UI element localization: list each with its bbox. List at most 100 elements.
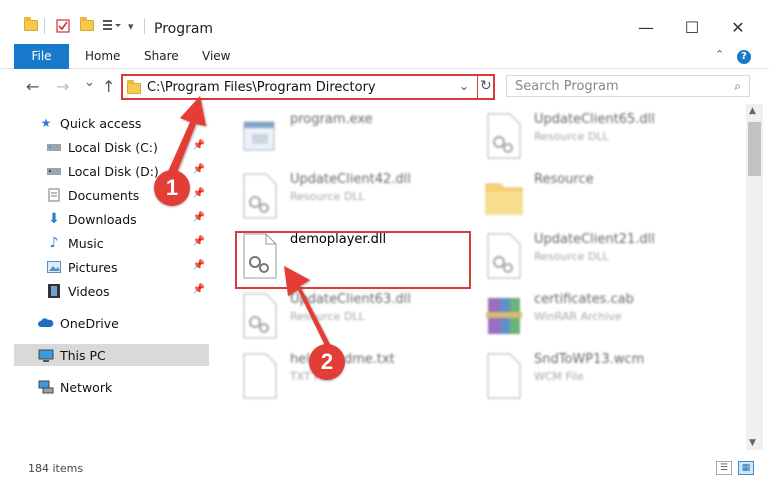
folder-icon — [24, 17, 38, 31]
callout-badge-2: 2 — [309, 344, 345, 380]
sidebar-item-label: Music — [68, 235, 104, 251]
pin-icon[interactable]: 📌 — [193, 260, 205, 271]
minimize-button[interactable]: — — [626, 16, 666, 40]
file-name: Resource — [534, 172, 594, 187]
dll-icon — [487, 113, 521, 159]
sidebar-item-music[interactable]: ♪ Music 📌 — [46, 232, 209, 254]
pin-icon[interactable]: 📌 — [193, 140, 205, 151]
file-item[interactable]: Resource — [482, 168, 722, 226]
pin-icon[interactable]: 📌 — [193, 284, 205, 295]
scroll-thumb[interactable] — [748, 122, 761, 176]
exe-icon — [243, 121, 275, 151]
file-item[interactable]: program.exe — [238, 108, 478, 166]
folder-icon — [485, 183, 523, 215]
new-folder-icon[interactable] — [80, 17, 94, 31]
documents-icon — [46, 188, 62, 202]
collapse-ribbon-icon[interactable]: ⌃ — [715, 48, 724, 61]
customize-icon[interactable] — [102, 18, 122, 32]
details-view-icon[interactable]: ☰ — [716, 461, 732, 475]
network-icon — [38, 380, 54, 394]
sidebar-item-label: Videos — [68, 283, 110, 299]
large-icons-view-icon[interactable]: ▦ — [738, 461, 754, 475]
file-item[interactable]: UpdateClient63.dll Resource DLL — [238, 288, 478, 346]
callout-badge-1: 1 — [154, 170, 190, 206]
file-name: UpdateClient63.dll — [290, 292, 411, 307]
file-type: Resource DLL — [290, 310, 365, 323]
window-title: Program — [154, 21, 214, 37]
star-icon: ★ — [40, 116, 52, 130]
address-bar[interactable]: C:\Program Files\Program Directory ⌄ ↻ — [121, 74, 495, 100]
downloads-icon: ⬇ — [48, 211, 60, 227]
sidebar-item-quick-access[interactable]: ★ Quick access — [38, 112, 209, 134]
tab-file[interactable]: File — [14, 44, 69, 69]
highlight-box — [235, 231, 471, 289]
help-icon[interactable]: ? — [737, 50, 751, 64]
search-icon[interactable]: ⌕ — [734, 79, 741, 94]
file-name: SndToWP13.wcm — [534, 352, 645, 367]
status-bar: 184 items ☰ ▦ — [0, 456, 769, 482]
search-placeholder: Search Program — [515, 79, 619, 94]
archive-icon — [486, 298, 522, 334]
sidebar-item-local-disk-c[interactable]: Local Disk (C:) 📌 — [46, 136, 209, 158]
drive-icon — [46, 164, 62, 178]
sidebar-item-label: Quick access — [60, 115, 142, 131]
scroll-down-icon[interactable]: ▼ — [749, 438, 756, 448]
text-file-icon — [243, 353, 277, 399]
forward-button[interactable]: → — [56, 77, 69, 96]
pin-icon[interactable]: 📌 — [193, 212, 205, 223]
navigation-pane: ★ Quick access Local Disk (C:) 📌 Local D… — [14, 108, 209, 448]
dll-icon — [243, 173, 277, 219]
sidebar-item-label: Local Disk (C:) — [68, 139, 158, 155]
folder-icon — [127, 80, 141, 97]
sidebar-item-network[interactable]: Network — [38, 376, 209, 398]
address-dropdown-icon[interactable]: ⌄ — [459, 79, 469, 93]
file-item[interactable]: UpdateClient21.dll Resource DLL — [482, 228, 722, 286]
scroll-up-icon[interactable]: ▲ — [749, 106, 756, 116]
file-item[interactable]: UpdateClient42.dll Resource DLL — [238, 168, 478, 226]
file-item[interactable]: help-readme.txt TXT File — [238, 348, 478, 406]
tab-home[interactable]: Home — [85, 44, 120, 69]
sidebar-item-downloads[interactable]: ⬇ Downloads 📌 — [46, 208, 209, 230]
music-icon: ♪ — [49, 235, 59, 251]
separator — [44, 18, 45, 34]
dll-icon — [487, 233, 521, 279]
sidebar-item-onedrive[interactable]: OneDrive — [38, 312, 209, 334]
up-button[interactable]: ↑ — [102, 77, 115, 96]
qat-dropdown-icon[interactable]: ▾ — [128, 20, 134, 33]
sidebar-item-this-pc[interactable]: This PC — [14, 344, 209, 366]
pin-icon[interactable]: 📌 — [193, 188, 205, 199]
tab-share[interactable]: Share — [144, 44, 179, 69]
close-button[interactable]: ✕ — [718, 16, 758, 40]
file-name: UpdateClient21.dll — [534, 232, 655, 247]
sidebar-item-label: Documents — [68, 187, 140, 203]
search-input[interactable]: Search Program ⌕ — [506, 75, 750, 97]
file-item[interactable]: certificates.cab WinRAR Archive — [482, 288, 722, 346]
title-bar: ▾ Program — ☐ ✕ — [0, 0, 769, 44]
separator — [477, 76, 478, 98]
file-type: WCM File — [534, 370, 584, 383]
file-type: Resource DLL — [534, 130, 609, 143]
vertical-scrollbar[interactable]: ▲ ▼ — [746, 104, 763, 450]
refresh-button[interactable]: ↻ — [480, 78, 492, 94]
pictures-icon — [46, 260, 62, 274]
file-item[interactable]: SndToWP13.wcm WCM File — [482, 348, 722, 406]
item-count: 184 items — [28, 462, 84, 475]
back-button[interactable]: ← — [26, 77, 39, 96]
sidebar-item-pictures[interactable]: Pictures 📌 — [46, 256, 209, 278]
recent-locations-button[interactable]: ⌄ — [84, 75, 95, 90]
file-name: UpdateClient65.dll — [534, 112, 655, 127]
pin-icon[interactable]: 📌 — [193, 164, 205, 175]
address-path[interactable]: C:\Program Files\Program Directory — [147, 80, 376, 95]
drive-icon — [46, 140, 62, 154]
properties-icon[interactable] — [56, 19, 70, 33]
separator — [144, 18, 145, 34]
maximize-button[interactable]: ☐ — [672, 16, 712, 40]
sidebar-item-label: OneDrive — [60, 315, 119, 331]
sidebar-item-videos[interactable]: Videos 📌 — [46, 280, 209, 302]
tab-view[interactable]: View — [202, 44, 230, 69]
dll-icon — [243, 293, 277, 339]
file-item[interactable]: UpdateClient65.dll Resource DLL — [482, 108, 722, 166]
sidebar-item-label: Downloads — [68, 211, 137, 227]
computer-icon — [38, 348, 54, 362]
pin-icon[interactable]: 📌 — [193, 236, 205, 247]
